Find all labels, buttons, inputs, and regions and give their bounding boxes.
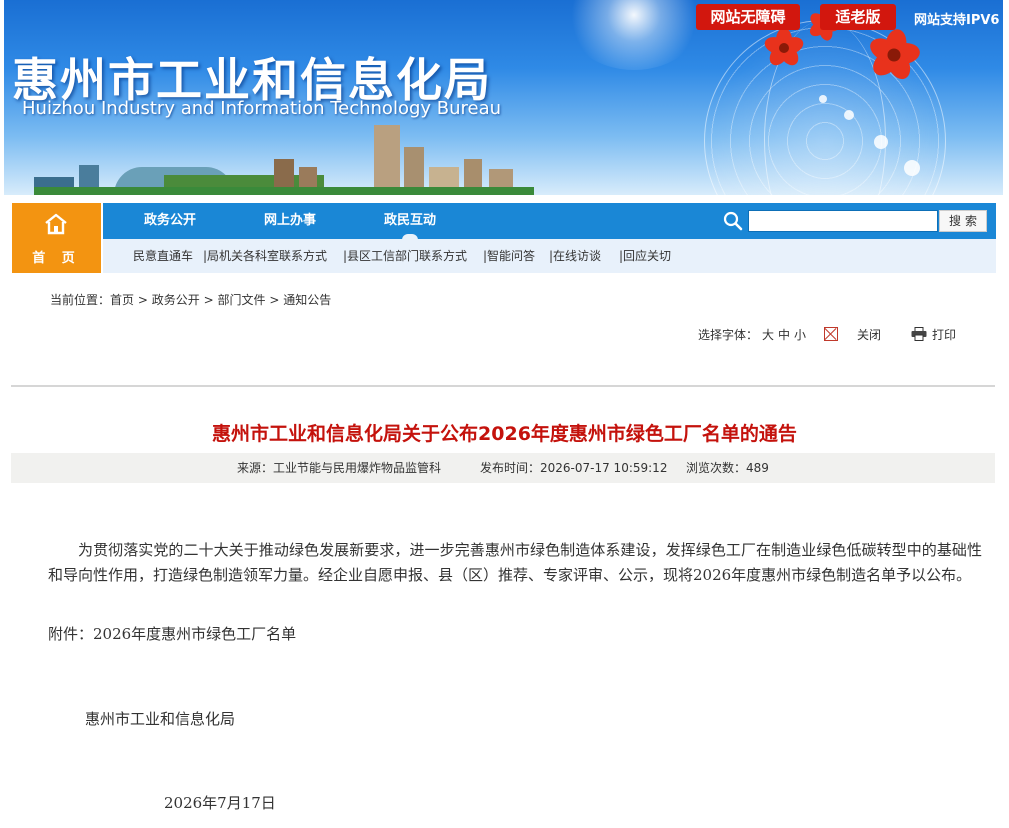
light-dot: [819, 95, 827, 103]
font-medium-button[interactable]: 中: [778, 326, 790, 343]
breadcrumb-item-notices[interactable]: 通知公告: [283, 293, 331, 307]
subnav-item-response[interactable]: |回应关切: [619, 239, 671, 273]
search-button[interactable]: 搜索: [939, 210, 987, 232]
views-label: 浏览次数：: [686, 461, 747, 475]
kapok-flower-icon: [762, 28, 806, 69]
home-label: 首 页: [32, 251, 81, 266]
article-title: 惠州市工业和信息化局关于公布2026年度惠州市绿色工厂名单的通告: [212, 423, 797, 445]
font-size-label: 选择字体：: [698, 328, 759, 342]
subnav-item-smart-qa[interactable]: |智能问答: [483, 239, 535, 273]
search-input[interactable]: [748, 210, 938, 232]
home-icon: [45, 213, 67, 235]
nav-item-government-affairs[interactable]: 政务公开: [144, 203, 196, 239]
subnav-item-bureau-contacts[interactable]: |局机关各科室联系方式: [203, 239, 327, 273]
font-large-button[interactable]: 大: [762, 326, 774, 343]
breadcrumb: 当前位置：首页 > 政务公开 > 部门文件 > 通知公告: [50, 291, 331, 308]
search-icon[interactable]: [723, 211, 743, 231]
publish-time-value: 2026-07-17 10:59:12: [540, 461, 668, 475]
close-button[interactable]: 关闭: [857, 326, 881, 343]
breadcrumb-separator: >: [137, 293, 148, 307]
breadcrumb-item-home[interactable]: 首页: [110, 293, 134, 307]
source-value: 工业节能与民用爆炸物品监管科: [273, 461, 442, 475]
article-signature: 惠州市工业和信息化局: [85, 710, 236, 728]
close-icon[interactable]: [824, 327, 838, 341]
light-dot: [874, 135, 888, 149]
article-body: 为贯彻落实党的二十大关于推动绿色发展新要求，进一步完善惠州市绿色制造体系建设，发…: [48, 541, 982, 584]
sub-nav: 民意直通车 |局机关各科室联系方式 |县区工信部门联系方式 |智能问答 |在线访…: [103, 239, 996, 273]
elderly-mode-button[interactable]: 适老版: [820, 4, 896, 30]
divider: [11, 385, 995, 387]
home-button[interactable]: 首 页: [12, 203, 101, 273]
kapok-flower-icon: [866, 27, 922, 83]
breadcrumb-separator: >: [269, 293, 280, 307]
breadcrumb-item-dept-docs[interactable]: 部门文件: [217, 293, 265, 307]
print-icon[interactable]: [911, 327, 927, 341]
city-skyline-graphic: [34, 115, 534, 195]
source-label: 来源：: [237, 461, 274, 475]
light-dot: [844, 110, 854, 120]
font-small-button[interactable]: 小: [794, 326, 806, 343]
subnav-item-county-contacts[interactable]: |县区工信部门联系方式: [343, 239, 467, 273]
main-nav: 政务公开 网上办事 政民互动 搜索: [103, 203, 996, 240]
subnav-item-online-interview[interactable]: |在线访谈: [549, 239, 601, 273]
sun-glow: [564, 0, 704, 70]
publish-time-label: 发布时间：: [480, 461, 541, 475]
ipv6-label: 网站支持IPV6: [914, 13, 1000, 28]
nav-item-interaction[interactable]: 政民互动: [384, 203, 436, 240]
article-meta: 来源： 工业节能与民用爆炸物品监管科 发布时间： 2026-07-17 10:5…: [11, 453, 995, 483]
views-count: 489: [746, 461, 769, 475]
subnav-item-public-opinion[interactable]: 民意直通车: [133, 239, 193, 273]
accessibility-button[interactable]: 网站无障碍: [696, 4, 800, 30]
breadcrumb-item-gov-affairs[interactable]: 政务公开: [152, 293, 200, 307]
breadcrumb-prefix: 当前位置：: [50, 293, 111, 307]
breadcrumb-separator: >: [203, 293, 214, 307]
article-date: 2026年7月17日: [164, 794, 276, 812]
nav-item-online-services[interactable]: 网上办事: [264, 203, 316, 239]
light-dot: [904, 160, 920, 176]
attachment-link[interactable]: 附件：2026年度惠州市绿色工厂名单: [48, 623, 296, 644]
print-button[interactable]: 打印: [932, 326, 956, 343]
